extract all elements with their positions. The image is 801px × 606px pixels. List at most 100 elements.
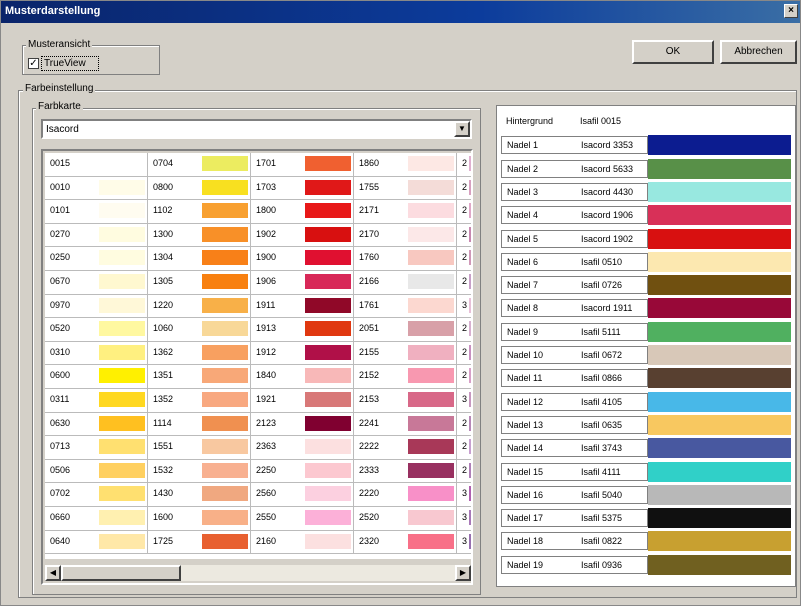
color-cell[interactable]: 1701 — [251, 153, 354, 177]
color-cell[interactable]: 2 — [457, 200, 471, 224]
color-cell[interactable]: 1114 — [148, 412, 251, 437]
color-cell[interactable]: 1760 — [354, 247, 457, 271]
color-cell[interactable]: 3 — [457, 389, 471, 413]
color-cell[interactable]: 0520 — [45, 318, 148, 342]
color-cell[interactable]: 1352 — [148, 389, 251, 413]
color-cell[interactable]: 2 — [457, 413, 471, 437]
farbkarte-select[interactable]: Isacord ▼ — [41, 119, 472, 139]
color-cell[interactable]: 1906 — [251, 271, 354, 295]
color-cell[interactable]: 1102 — [148, 200, 251, 224]
needle-row[interactable]: Nadel 9 Isafil 5111 — [501, 321, 791, 342]
needle-row[interactable]: Nadel 2 Isacord 5633 — [501, 158, 791, 179]
color-cell[interactable]: 1860 — [354, 153, 457, 177]
scroll-left-icon[interactable]: ◀ — [45, 565, 61, 581]
needle-row[interactable]: Nadel 18 Isafil 0822 — [501, 531, 791, 552]
scroll-right-icon[interactable]: ▶ — [455, 565, 471, 581]
horizontal-scrollbar[interactable]: ◀ ▶ — [45, 565, 471, 581]
color-cell[interactable]: 1703 — [251, 176, 354, 201]
needle-row[interactable]: Nadel 11 Isafil 0866 — [501, 368, 791, 389]
needle-row[interactable]: Nadel 14 Isafil 3743 — [501, 438, 791, 459]
cancel-button[interactable]: Abbrechen — [720, 40, 797, 64]
needle-row[interactable]: Nadel 7 Isafil 0726 — [501, 275, 791, 296]
color-cell[interactable]: 1430 — [148, 483, 251, 507]
needle-row[interactable]: Nadel 10 Isafil 0672 — [501, 345, 791, 365]
color-cell[interactable]: 2 — [457, 365, 471, 389]
color-cell[interactable]: 0713 — [45, 436, 148, 460]
color-cell[interactable]: 1913 — [251, 318, 354, 342]
color-cell[interactable]: 0101 — [45, 200, 148, 224]
color-cell[interactable]: 2 — [457, 436, 471, 460]
color-cell[interactable]: 3 — [457, 483, 471, 507]
color-cell[interactable]: 3 — [457, 295, 471, 319]
color-cell[interactable]: 2 — [457, 460, 471, 484]
needle-row[interactable]: Nadel 13 Isafil 0635 — [501, 414, 791, 435]
color-cell[interactable]: 1532 — [148, 459, 251, 484]
color-cell[interactable]: 2153 — [354, 389, 457, 413]
color-cell[interactable]: 0800 — [148, 176, 251, 201]
color-cell[interactable]: 2170 — [354, 223, 457, 248]
color-cell[interactable]: 2 — [457, 177, 471, 201]
chevron-down-icon[interactable]: ▼ — [454, 121, 470, 137]
color-cell[interactable]: 2320 — [354, 530, 457, 555]
color-cell[interactable]: 0640 — [45, 530, 148, 555]
needle-row[interactable]: Nadel 5 Isacord 1902 — [501, 228, 791, 249]
trueview-label[interactable]: TrueView — [41, 56, 99, 71]
color-cell[interactable]: 1362 — [148, 341, 251, 366]
color-cell[interactable]: 1800 — [251, 200, 354, 224]
color-cell[interactable]: 3 — [457, 531, 471, 555]
needle-row[interactable]: Nadel 6 Isafil 0510 — [501, 251, 791, 272]
color-cell[interactable]: 0600 — [45, 365, 148, 389]
color-cell[interactable]: 1902 — [251, 223, 354, 248]
color-cell[interactable]: 2550 — [251, 507, 354, 531]
color-cell[interactable]: 2123 — [251, 412, 354, 437]
color-cell[interactable]: 1304 — [148, 247, 251, 271]
background-color-row[interactable]: Hintergrund Isafil 0015 — [501, 112, 791, 132]
color-cell[interactable]: 2160 — [251, 530, 354, 555]
color-cell[interactable]: 0630 — [45, 412, 148, 437]
ok-button[interactable]: OK — [632, 40, 714, 64]
color-cell[interactable]: 1755 — [354, 176, 457, 201]
color-cell[interactable]: 1351 — [148, 365, 251, 389]
color-cell[interactable]: 0310 — [45, 341, 148, 366]
color-cell[interactable]: 0010 — [45, 176, 148, 201]
color-cell[interactable]: 2152 — [354, 365, 457, 389]
color-cell[interactable]: 0506 — [45, 459, 148, 484]
color-cell[interactable]: 0250 — [45, 247, 148, 271]
color-cell[interactable]: 0270 — [45, 223, 148, 248]
color-cell[interactable]: 0970 — [45, 294, 148, 319]
needle-row[interactable]: Nadel 4 Isacord 1906 — [501, 205, 791, 226]
color-cell[interactable]: 1912 — [251, 341, 354, 366]
color-cell[interactable]: 1761 — [354, 294, 457, 319]
needle-row[interactable]: Nadel 15 Isafil 4111 — [501, 461, 791, 482]
color-cell[interactable]: 0704 — [148, 153, 251, 177]
color-cell[interactable]: 2222 — [354, 436, 457, 460]
color-cell[interactable]: 1300 — [148, 223, 251, 248]
color-cell[interactable]: 2220 — [354, 483, 457, 507]
color-cell[interactable]: 1060 — [148, 318, 251, 342]
needle-row[interactable]: Nadel 19 Isafil 0936 — [501, 554, 791, 575]
color-cell[interactable]: 2560 — [251, 483, 354, 507]
color-cell[interactable]: 2 — [457, 224, 471, 248]
color-cell[interactable]: 0670 — [45, 271, 148, 295]
color-cell[interactable]: 0660 — [45, 507, 148, 531]
color-cell[interactable]: 1911 — [251, 294, 354, 319]
color-cell[interactable]: 2520 — [354, 507, 457, 531]
color-cell[interactable]: 1600 — [148, 507, 251, 531]
color-cell[interactable]: 2155 — [354, 341, 457, 366]
needle-row[interactable]: Nadel 8 Isacord 1911 — [501, 298, 791, 319]
scroll-thumb[interactable] — [61, 565, 181, 581]
color-cell[interactable]: 0311 — [45, 389, 148, 413]
color-cell[interactable]: 2333 — [354, 459, 457, 484]
color-cell[interactable]: 1305 — [148, 271, 251, 295]
color-cell[interactable]: 2363 — [251, 436, 354, 460]
needle-row[interactable]: Nadel 3 Isacord 4430 — [501, 181, 791, 202]
color-cell[interactable]: 2 — [457, 342, 471, 366]
color-cell[interactable]: 1551 — [148, 436, 251, 460]
color-cell[interactable]: 1725 — [148, 530, 251, 555]
color-cell[interactable]: 2241 — [354, 412, 457, 437]
color-cell[interactable]: 2 — [457, 153, 471, 177]
trueview-checkbox[interactable]: ✓ — [28, 58, 39, 69]
color-cell[interactable]: 0015 — [45, 153, 148, 177]
color-cell[interactable]: 3 — [457, 507, 471, 531]
needle-row[interactable]: Nadel 1 Isacord 3353 — [501, 135, 791, 156]
